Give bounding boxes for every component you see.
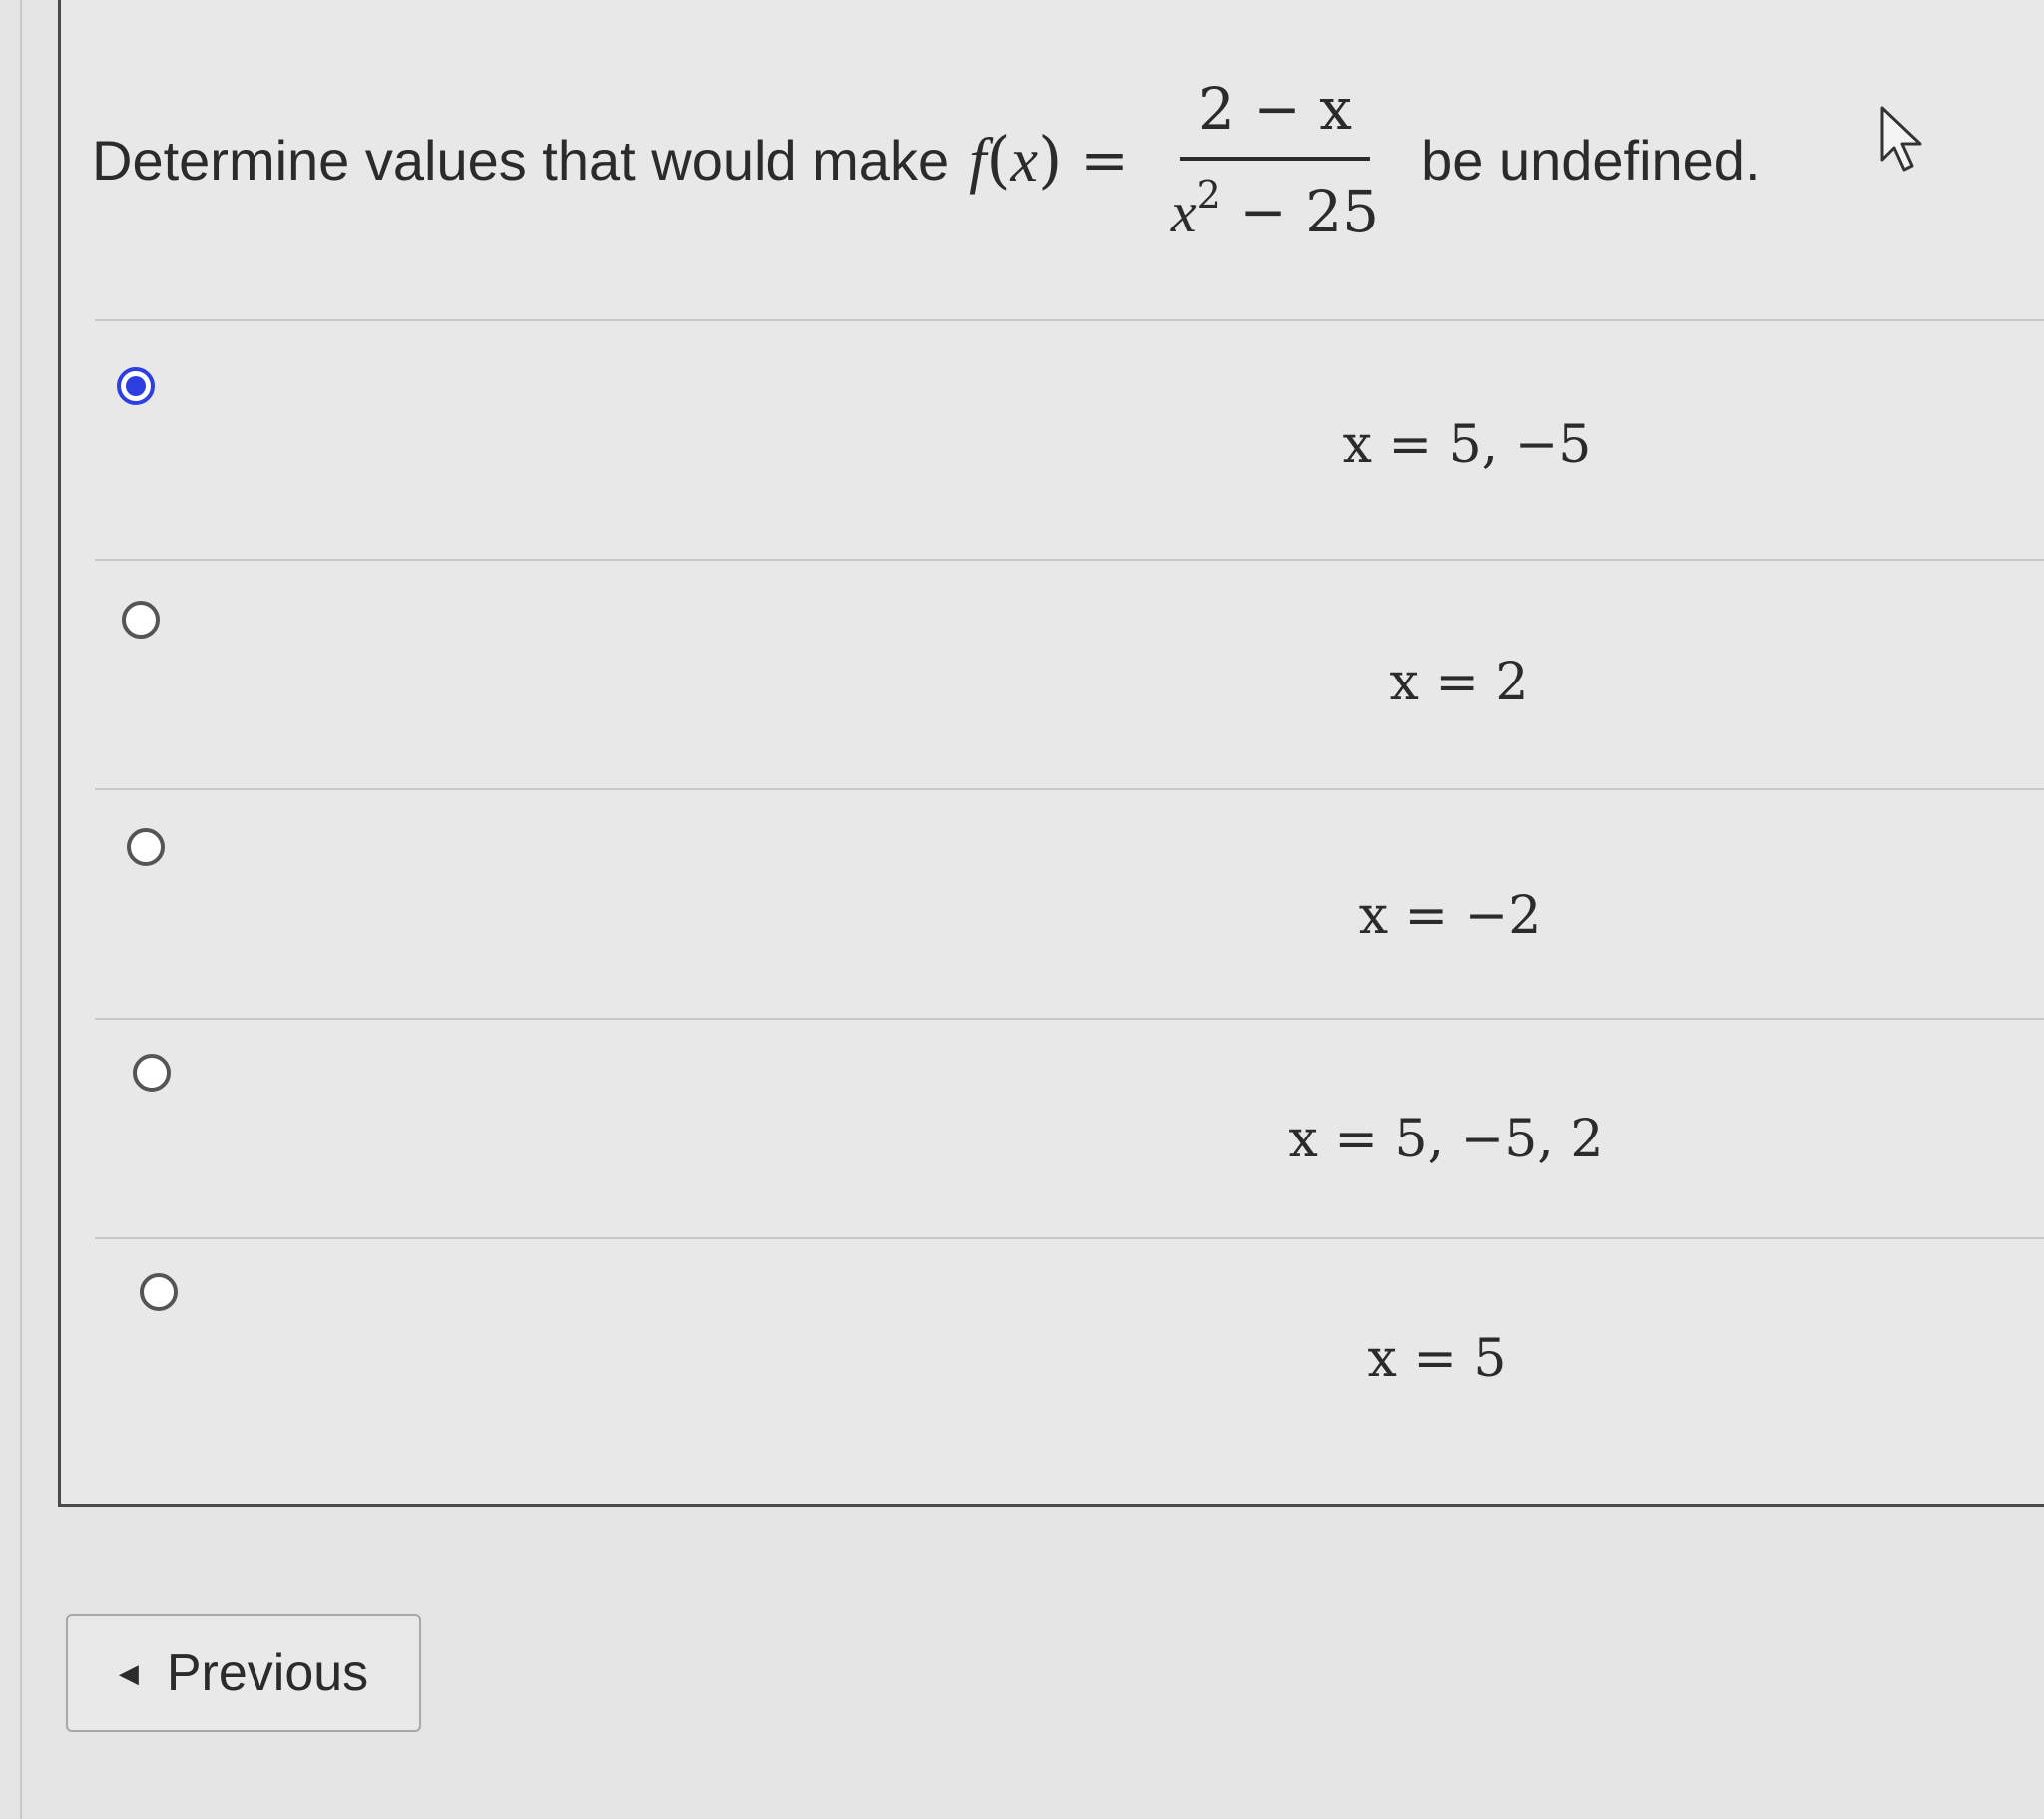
option-label-5[interactable]: x = 5: [1038, 1329, 1836, 1389]
fraction-denominator: x2 − 25: [1170, 172, 1380, 245]
divider: [95, 319, 2044, 321]
question-prefix: Determine values that would make: [92, 128, 950, 192]
equals-sign: =: [1080, 126, 1129, 194]
option-radio-1[interactable]: [117, 367, 155, 405]
question-prompt: Determine values that would make f(x) = …: [92, 75, 1761, 245]
function-label: f(x): [969, 123, 1063, 196]
divider: [95, 1237, 2044, 1239]
divider: [95, 559, 2044, 561]
frame-edge: [20, 0, 22, 1819]
option-label-1[interactable]: x = 5, −5: [1068, 415, 1866, 475]
pointer-arrow-icon: [1880, 106, 1922, 172]
divider: [95, 1018, 2044, 1020]
option-label-4[interactable]: x = 5, −5, 2: [1047, 1110, 1845, 1169]
previous-button[interactable]: ◀ Previous: [66, 1614, 421, 1732]
option-label-3[interactable]: x = −2: [1051, 886, 1849, 946]
caret-left-icon: ◀: [118, 1657, 139, 1688]
option-radio-3[interactable]: [127, 828, 165, 866]
fraction: 2 − x x2 − 25: [1153, 75, 1397, 245]
option-radio-2[interactable]: [122, 601, 160, 639]
option-label-2[interactable]: x = 2: [1060, 653, 1858, 712]
fraction-numerator: 2 − x: [1179, 75, 1371, 161]
question-suffix: be undefined.: [1421, 128, 1761, 192]
divider: [95, 788, 2044, 790]
option-radio-4[interactable]: [133, 1054, 171, 1092]
previous-label: Previous: [166, 1644, 369, 1702]
option-radio-5[interactable]: [140, 1273, 178, 1311]
